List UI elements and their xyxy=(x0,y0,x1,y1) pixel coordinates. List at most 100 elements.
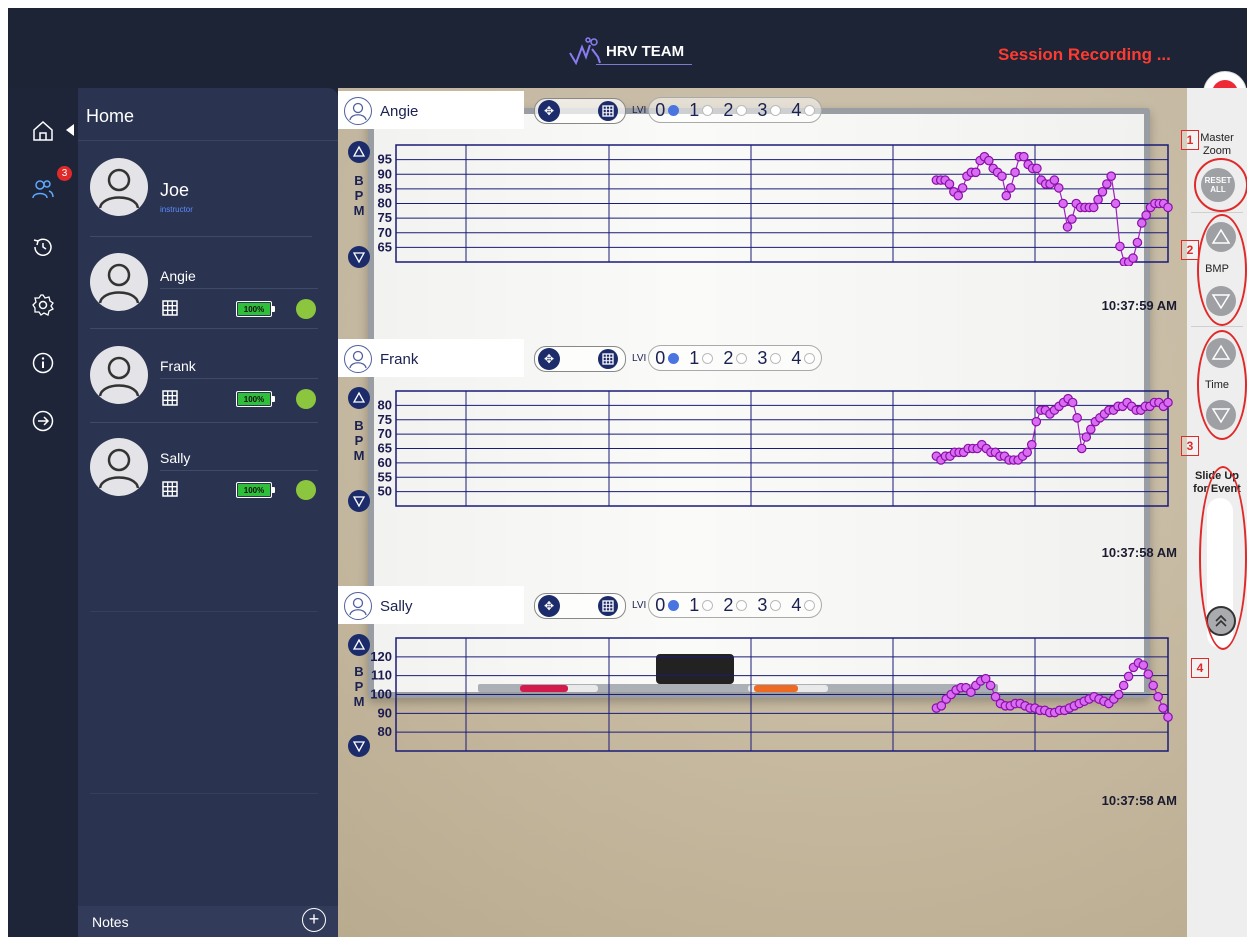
lvi-option[interactable]: 3 xyxy=(757,100,782,121)
connection-icon[interactable] xyxy=(296,299,316,319)
y-tick-label: 85 xyxy=(378,181,392,196)
users-icon[interactable] xyxy=(30,176,56,202)
radio-dot xyxy=(770,104,782,116)
annotation-ring xyxy=(1199,466,1247,650)
avatar-icon xyxy=(344,345,372,373)
control-panel: Master Zoom RESET ALL BMP Time Slide Up f… xyxy=(1181,88,1247,937)
lvi-option[interactable]: 1 xyxy=(689,595,714,616)
participant-name: Sally xyxy=(380,598,413,615)
y-tick-label: 80 xyxy=(378,397,392,412)
data-point xyxy=(1143,669,1154,679)
grid-icon[interactable] xyxy=(598,349,618,369)
divider xyxy=(90,236,312,237)
data-point xyxy=(1058,198,1068,209)
radio-dot xyxy=(668,104,680,116)
panel-tools: ✥ xyxy=(534,346,626,372)
lvi-option-label: 1 xyxy=(689,347,700,368)
lvi-option[interactable]: 2 xyxy=(723,594,748,616)
data-point xyxy=(953,190,964,201)
data-point xyxy=(1163,397,1173,408)
avatar-sally[interactable] xyxy=(90,438,148,496)
divider xyxy=(160,378,318,379)
plus-circle-icon[interactable]: + xyxy=(302,908,326,932)
battery-indicator: 100% xyxy=(236,301,275,317)
y-tick-label: 80 xyxy=(378,724,392,739)
lvi-option-label: 2 xyxy=(723,347,734,368)
lvi-option[interactable]: 0 xyxy=(655,595,680,616)
data-point xyxy=(1097,186,1108,197)
data-point xyxy=(1067,397,1078,408)
grid-icon[interactable] xyxy=(598,596,618,616)
settings-icon[interactable] xyxy=(30,292,56,318)
annotation-ring xyxy=(1194,158,1247,212)
timestamp: 10:37:58 AM xyxy=(1101,545,1177,560)
move-icon[interactable]: ✥ xyxy=(538,595,560,617)
grid-icon[interactable] xyxy=(162,390,178,406)
battery-level: 100% xyxy=(238,393,270,405)
annotation-number: 4 xyxy=(1191,658,1209,678)
radio-dot xyxy=(804,599,816,611)
grid-icon[interactable] xyxy=(162,300,178,316)
lvi-option[interactable]: 3 xyxy=(757,348,782,369)
data-point xyxy=(1018,151,1029,162)
data-point xyxy=(1085,424,1096,435)
move-icon[interactable]: ✥ xyxy=(538,348,560,370)
connection-icon[interactable] xyxy=(296,389,316,409)
participant-card[interactable]: Angie xyxy=(338,91,524,129)
logo-underline xyxy=(596,64,692,65)
participant-name: Sally xyxy=(160,450,191,466)
lvi-option[interactable]: 1 xyxy=(689,347,714,369)
info-icon[interactable] xyxy=(30,350,56,376)
y-tick-label: 120 xyxy=(370,649,392,664)
lvi-option-label: 4 xyxy=(791,594,802,615)
data-point xyxy=(1141,210,1151,220)
data-point xyxy=(1053,183,1064,193)
radio-dot xyxy=(702,599,714,611)
logout-icon[interactable] xyxy=(30,408,56,434)
data-point xyxy=(1110,198,1121,209)
data-point xyxy=(1081,432,1092,442)
lvi-option[interactable]: 4 xyxy=(791,100,816,121)
avatar-angie[interactable] xyxy=(90,253,148,311)
grid-icon[interactable] xyxy=(598,101,618,121)
lvi-option[interactable]: 1 xyxy=(689,100,714,121)
connection-icon[interactable] xyxy=(296,480,316,500)
participant-card[interactable]: Sally xyxy=(338,586,524,624)
history-icon[interactable] xyxy=(30,234,56,260)
lvi-option[interactable]: 4 xyxy=(791,594,816,616)
lvi-option-label: 3 xyxy=(757,594,768,615)
lvi-option[interactable]: 2 xyxy=(723,100,748,121)
lvi-option[interactable]: 4 xyxy=(791,348,816,369)
lvi-selector: LVI 0 1 2 3 4 xyxy=(632,345,823,371)
data-point xyxy=(985,680,996,691)
avatar-icon xyxy=(344,592,372,620)
move-icon[interactable]: ✥ xyxy=(538,100,560,122)
panel-tools: ✥ xyxy=(534,98,626,124)
hrv-logo-icon xyxy=(569,37,601,65)
avatar-joe[interactable] xyxy=(90,158,148,216)
data-point xyxy=(1072,413,1082,423)
data-point xyxy=(1062,222,1073,232)
y-tick-label: 75 xyxy=(378,210,392,225)
top-bar: HRV TEAM Session Recording ... xyxy=(8,8,1247,88)
lvi-option[interactable]: 0 xyxy=(655,100,680,121)
y-tick-label: 70 xyxy=(378,225,392,240)
app-window: HRV TEAM Session Recording ... 3 Home Jo… xyxy=(8,8,1247,937)
grid-icon[interactable] xyxy=(162,481,178,497)
notes-label: Notes xyxy=(92,914,129,930)
participant-card[interactable]: Frank xyxy=(338,339,524,377)
radio-dot xyxy=(736,104,748,116)
radio-dot xyxy=(668,352,680,364)
lvi-option-label: 2 xyxy=(723,594,734,615)
lvi-option[interactable]: 3 xyxy=(757,594,782,616)
app-logo: HRV TEAM xyxy=(568,34,692,68)
data-point xyxy=(1106,171,1116,181)
avatar-frank[interactable] xyxy=(90,346,148,404)
data-point xyxy=(1005,183,1016,193)
lvi-option[interactable]: 0 xyxy=(655,348,680,369)
y-tick-label: 80 xyxy=(378,196,392,211)
home-icon[interactable] xyxy=(30,118,56,144)
data-point xyxy=(1093,194,1103,205)
divider xyxy=(78,140,338,141)
lvi-option[interactable]: 2 xyxy=(723,347,748,369)
